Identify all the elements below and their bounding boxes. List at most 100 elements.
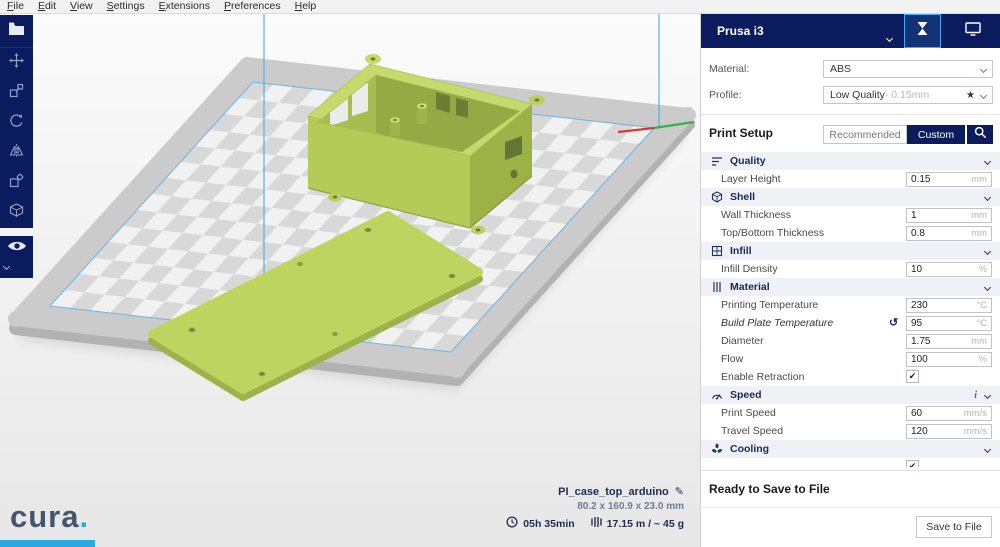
chevron-down-icon xyxy=(979,63,988,75)
section-speed[interactable]: Speed i xyxy=(701,386,1000,404)
job-name: PI_case_top_arduino xyxy=(558,485,669,498)
mirror-icon xyxy=(9,143,24,163)
right-sidebar: Prusa i3 Material: ABS Profile: Low Qual… xyxy=(700,0,1000,547)
move-tool-button[interactable] xyxy=(0,48,33,78)
menu-view[interactable]: View xyxy=(63,0,100,13)
chevron-down-icon xyxy=(983,155,992,167)
search-settings-button[interactable] xyxy=(967,125,993,144)
menu-settings[interactable]: Settings xyxy=(100,0,152,13)
rotate-icon xyxy=(9,113,24,133)
menu-extensions[interactable]: Extensions xyxy=(152,0,217,13)
build-plate-temperature-input[interactable]: 95 °C xyxy=(906,315,992,331)
flow-input[interactable]: 100 % xyxy=(906,351,992,367)
divider xyxy=(701,114,1000,115)
profile-value: Low Quality xyxy=(830,89,885,101)
section-infill[interactable]: Infill xyxy=(701,242,1000,260)
top-bottom-thickness-input[interactable]: 0.8 mm xyxy=(906,225,992,241)
edit-job-name-icon[interactable]: ✎ xyxy=(675,485,684,498)
section-shell[interactable]: Shell xyxy=(701,188,1000,206)
menu-preferences[interactable]: Preferences xyxy=(217,0,288,13)
cura-application-window: File Edit View Settings Extensions Prefe… xyxy=(0,0,1000,547)
machine-selector[interactable]: Prusa i3 xyxy=(717,24,764,38)
profile-label: Profile: xyxy=(709,89,742,101)
shell-icon xyxy=(709,191,724,203)
custom-mode-button[interactable]: Custom xyxy=(907,125,965,144)
setting-row: Print Speed 60 mm/s xyxy=(701,404,1000,422)
menu-file[interactable]: File xyxy=(0,0,31,13)
star-icon[interactable]: ★ xyxy=(966,90,975,101)
setting-row: Top/Bottom Thickness 0.8 mm xyxy=(701,224,1000,242)
tab-monitor[interactable] xyxy=(954,14,991,48)
rotate-tool-button[interactable] xyxy=(0,108,33,138)
view-mode-selector[interactable] xyxy=(0,236,33,278)
machine-chevron-icon[interactable] xyxy=(885,28,894,46)
filament-icon xyxy=(590,516,602,531)
print-time: 05h 35min xyxy=(523,517,575,530)
cooling-icon xyxy=(709,443,724,455)
save-to-file-button[interactable]: Save to File xyxy=(916,516,992,538)
open-folder-icon xyxy=(8,22,25,40)
status-ready-text: Ready to Save to File xyxy=(709,482,830,496)
section-material[interactable]: Material xyxy=(701,278,1000,296)
section-cooling[interactable]: Cooling xyxy=(701,440,1000,458)
scale-icon xyxy=(9,83,24,103)
cura-logo-dot: . xyxy=(79,499,90,534)
infill-density-input[interactable]: 10 % xyxy=(906,261,992,277)
material-dropdown[interactable]: ABS xyxy=(823,60,993,78)
scale-tool-button[interactable] xyxy=(0,78,33,108)
info-icon[interactable]: i xyxy=(974,390,977,401)
material-icon xyxy=(709,281,724,293)
setting-row: Printing Temperature 230 °C xyxy=(701,296,1000,314)
setting-row: Enable Retraction ✔ xyxy=(701,368,1000,386)
move-icon xyxy=(9,53,24,73)
layer-height-input[interactable]: 0.15 mm xyxy=(906,171,992,187)
viewport-3d[interactable] xyxy=(0,14,700,547)
monitor-icon xyxy=(964,21,981,41)
cooling-checkbox[interactable]: ✔ xyxy=(906,460,919,467)
reset-to-default-icon[interactable]: ↺ xyxy=(889,316,898,329)
print-setup-title: Print Setup xyxy=(709,126,774,140)
job-dimensions: 80.2 x 160.9 x 23.0 mm xyxy=(577,501,684,512)
section-quality[interactable]: Quality xyxy=(701,152,1000,170)
material-value: ABS xyxy=(830,63,852,75)
scene-3d[interactable] xyxy=(0,14,700,547)
per-model-settings-icon xyxy=(9,173,24,193)
prepare-icon xyxy=(916,21,929,41)
enable-retraction-checkbox[interactable]: ✔ xyxy=(906,370,919,383)
support-blocker-icon xyxy=(9,203,24,223)
bottom-accent-bar xyxy=(0,540,95,547)
settings-list: Quality Layer Height 0.15 mm Shell Wall … xyxy=(701,152,1000,470)
view-mode-chevron-icon xyxy=(2,256,33,274)
material-label: Material: xyxy=(709,63,750,75)
chevron-down-icon xyxy=(983,245,992,257)
left-toolbar xyxy=(0,15,33,278)
setting-row: Travel Speed 120 mm/s xyxy=(701,422,1000,440)
setting-row: Diameter 1.75 mm xyxy=(701,332,1000,350)
output-panel: Ready to Save to File Save to File xyxy=(701,470,1000,547)
speed-icon xyxy=(709,389,724,401)
machine-header: Prusa i3 xyxy=(701,14,1000,48)
profile-dropdown[interactable]: Low Quality - 0.15mm ★ xyxy=(823,86,993,104)
setting-row: Infill Density 10 % xyxy=(701,260,1000,278)
setting-row: Layer Height 0.15 mm xyxy=(701,170,1000,188)
diameter-input[interactable]: 1.75 mm xyxy=(906,333,992,349)
wall-thickness-input[interactable]: 1 mm xyxy=(906,207,992,223)
infill-icon xyxy=(709,245,724,257)
mirror-tool-button[interactable] xyxy=(0,138,33,168)
open-file-button[interactable] xyxy=(0,15,33,48)
chevron-down-icon xyxy=(983,443,992,455)
menu-edit[interactable]: Edit xyxy=(31,0,63,13)
quality-icon xyxy=(709,155,724,167)
per-model-settings-button[interactable] xyxy=(0,168,33,198)
menu-help[interactable]: Help xyxy=(288,0,324,13)
print-speed-input[interactable]: 60 mm/s xyxy=(906,405,992,421)
profile-suffix: - 0.15mm xyxy=(884,89,930,101)
job-info: PI_case_top_arduino ✎ 80.2 x 160.9 x 23.… xyxy=(506,485,684,531)
tab-prepare[interactable] xyxy=(904,14,941,48)
support-blocker-button[interactable] xyxy=(0,198,33,228)
chevron-down-icon xyxy=(979,89,988,101)
menu-bar: File Edit View Settings Extensions Prefe… xyxy=(0,0,1000,14)
printing-temperature-input[interactable]: 230 °C xyxy=(906,297,992,313)
travel-speed-input[interactable]: 120 mm/s xyxy=(906,423,992,439)
recommended-mode-button[interactable]: Recommended xyxy=(823,125,907,144)
